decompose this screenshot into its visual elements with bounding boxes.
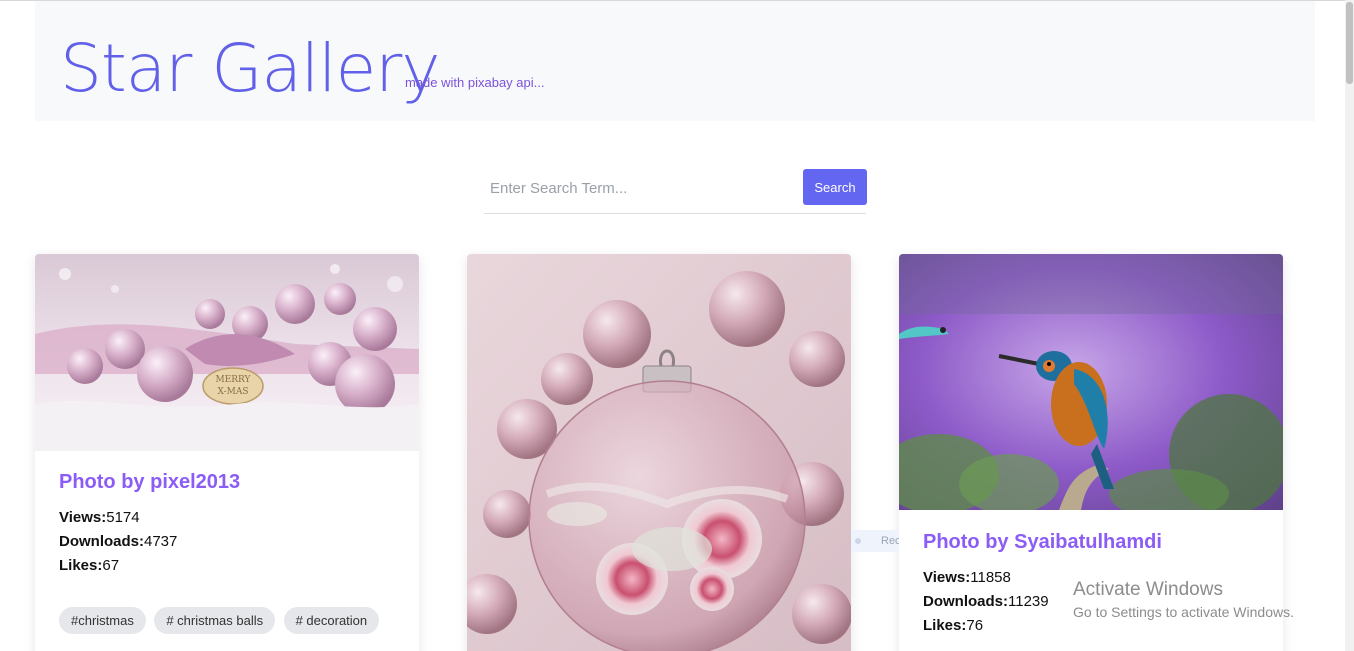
activate-subtitle: Go to Settings to activate Windows.	[1073, 604, 1294, 620]
svg-text:X-MAS: X-MAS	[217, 387, 248, 397]
card-details: Photo by pixel2013 Views:5174 Downloads:…	[59, 470, 240, 578]
search-form: Search	[484, 167, 867, 214]
search-input[interactable]	[484, 169, 796, 207]
views-stat: Views:5174	[59, 509, 140, 526]
search-button[interactable]: Search	[803, 169, 867, 205]
page-scrollbar[interactable]	[1345, 0, 1354, 651]
activate-windows-watermark: Activate Windows Go to Settings to activ…	[1073, 578, 1294, 622]
photo-card: MERRY X-MAS Photo by pixel2013 Views:517…	[35, 254, 419, 651]
photo-card	[467, 254, 851, 651]
downloads-stat: Downloads:4737	[59, 533, 178, 550]
tag-pill[interactable]: # decoration	[283, 607, 380, 634]
tag-list: #christmas # christmas balls # decoratio…	[59, 607, 399, 636]
photo-author-title: Photo by Syaibatulhamdi	[923, 531, 1162, 553]
likes-stat: Likes:67	[59, 557, 120, 574]
tag-pill[interactable]: # christmas balls	[154, 607, 276, 634]
tooltip-dot-icon	[855, 538, 861, 544]
photo-kingfisher[interactable]	[899, 254, 1283, 510]
activate-title: Activate Windows	[1073, 579, 1223, 600]
brand-tagline: made with pixabay api...	[405, 75, 545, 90]
tag-pill[interactable]: #christmas	[59, 607, 146, 634]
photo-christmas-balls[interactable]: MERRY X-MAS	[35, 254, 419, 451]
scrollbar-thumb[interactable]	[1346, 2, 1353, 84]
svg-text:MERRY: MERRY	[215, 375, 251, 385]
brand-title[interactable]: Star Gallery	[60, 29, 440, 109]
photo-glass-ornament[interactable]	[467, 254, 851, 651]
hover-tooltip: Rectangle	[851, 530, 899, 552]
photo-author-title: Photo by pixel2013	[59, 471, 241, 493]
site-header: Star Gallery made with pixabay api...	[35, 1, 1315, 121]
